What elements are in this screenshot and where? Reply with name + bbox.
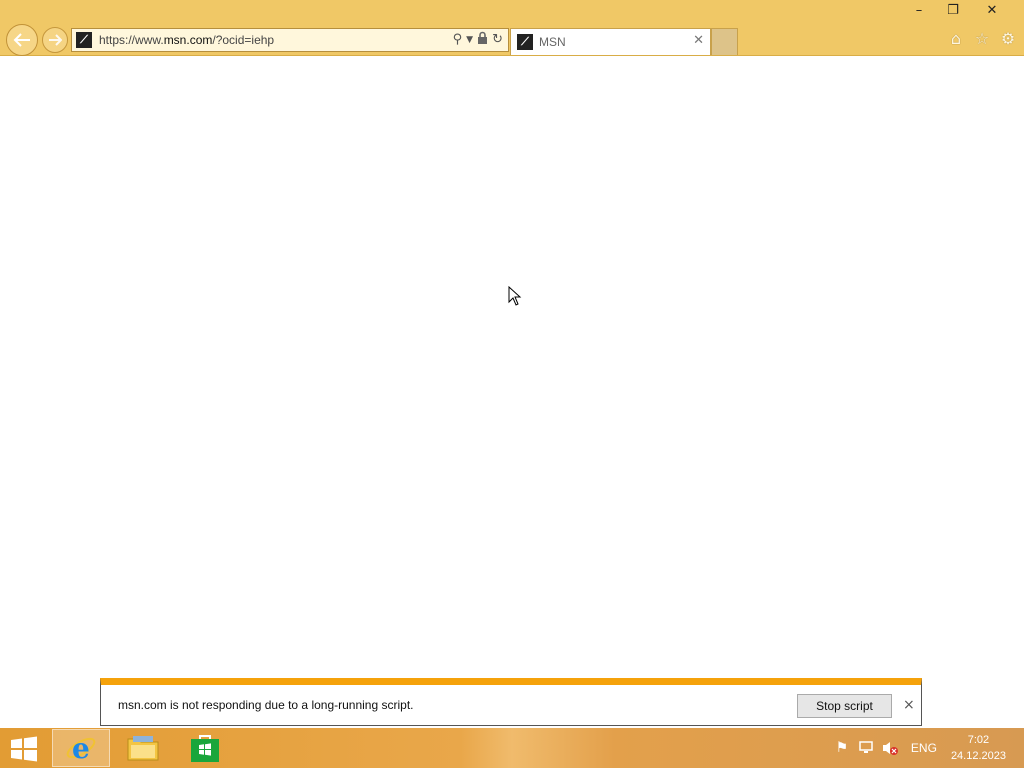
notification-close-icon[interactable]: ×: [903, 697, 915, 713]
file-explorer-folder-icon: [127, 736, 159, 761]
forward-arrow-icon: [49, 34, 62, 46]
dropdown-arrow-icon[interactable]: ▼: [466, 35, 473, 45]
address-url[interactable]: https://www.msn.com/?ocid=iehp: [99, 33, 274, 47]
back-button[interactable]: [6, 24, 38, 56]
start-windows-icon[interactable]: [8, 736, 40, 762]
clock[interactable]: 7:02 24.12.2023: [951, 732, 1006, 764]
search-icon[interactable]: ⚲: [453, 32, 463, 47]
notification-message: msn.com is not responding due to a long-…: [118, 698, 414, 712]
new-tab-button[interactable]: [711, 28, 738, 55]
clock-time: 7:02: [967, 734, 990, 746]
back-arrow-icon: [13, 33, 30, 47]
svg-text:e: e: [72, 732, 90, 765]
restore-button[interactable]: ❐: [936, 0, 970, 20]
script-notification-bar: msn.com is not responding due to a long-…: [100, 678, 922, 726]
taskbar-store[interactable]: [176, 729, 234, 767]
clock-date: 24.12.2023: [950, 750, 1006, 762]
window-controls: – ❐ ✕: [902, 0, 1014, 22]
msn-favicon-icon: ⟋: [76, 32, 92, 48]
stop-script-button[interactable]: Stop script: [797, 694, 892, 718]
internet-explorer-icon: e: [66, 732, 96, 765]
url-domain: msn.com: [163, 33, 213, 47]
forward-button[interactable]: [42, 27, 68, 53]
address-bar[interactable]: ⟋ https://www.msn.com/?ocid=iehp ⚲ ▼ ↻: [71, 28, 509, 52]
store-bag-icon: [191, 735, 219, 762]
language-indicator[interactable]: ENG: [911, 741, 937, 755]
close-window-button[interactable]: ✕: [970, 0, 1014, 20]
settings-gear-icon[interactable]: ⚙: [998, 28, 1018, 48]
system-tray: ⚑ ENG 7:02 24.12.2023: [829, 728, 1024, 768]
tab-msn[interactable]: ⟋ MSN ✕: [510, 28, 711, 55]
taskbar: e ⚑ ENG 7:02 24.12.2023: [0, 728, 1024, 768]
browser-toolbar-icons: ⌂ ☆ ⚙: [946, 28, 1018, 48]
favorites-star-icon[interactable]: ☆: [972, 28, 992, 48]
tab-close-icon[interactable]: ✕: [693, 33, 704, 48]
page-content: [0, 56, 1024, 676]
volume-muted-icon[interactable]: [879, 737, 901, 759]
browser-chrome: – ❐ ✕ ⟋ https://www.msn.com/?ocid=iehp ⚲…: [0, 0, 1024, 56]
url-suffix: /?ocid=iehp: [212, 33, 275, 47]
lock-icon[interactable]: [477, 31, 488, 48]
url-prefix: https://www.: [99, 33, 164, 47]
minimize-button[interactable]: –: [902, 0, 936, 20]
action-center-flag-icon[interactable]: ⚑: [831, 737, 853, 759]
tab-title: MSN: [539, 35, 566, 49]
network-icon[interactable]: [855, 737, 877, 759]
refresh-icon[interactable]: ↻: [492, 32, 503, 47]
home-icon[interactable]: ⌂: [946, 28, 966, 48]
mouse-cursor-icon: [508, 286, 522, 306]
address-tools: ⚲ ▼ ↻: [453, 31, 503, 48]
taskbar-internet-explorer[interactable]: e: [52, 729, 110, 767]
msn-favicon-icon: ⟋: [517, 34, 533, 50]
taskbar-file-explorer[interactable]: [114, 729, 172, 767]
